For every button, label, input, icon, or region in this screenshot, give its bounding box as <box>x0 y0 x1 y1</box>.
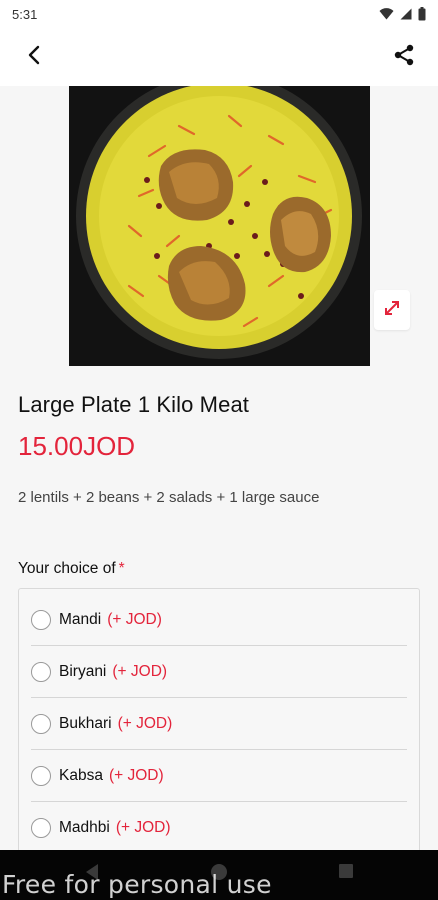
wifi-icon <box>379 8 394 20</box>
option-madhbi[interactable]: Madhbi (+ JOD) <box>31 802 407 850</box>
product-description: 2 lentils + 2 beans + 2 salads + 1 large… <box>18 489 320 506</box>
option-name: Madhbi <box>59 819 110 836</box>
app-bar <box>0 28 438 86</box>
product-detail: Large Plate 1 Kilo Meat 15.00JOD 2 lenti… <box>0 86 438 850</box>
option-name: Mandi <box>59 610 102 628</box>
option-extra-price: (+ JOD) <box>115 819 171 836</box>
option-mandi[interactable]: Mandi (+ JOD) <box>31 594 407 646</box>
watermark-text: Free for personal use <box>2 870 272 899</box>
radio-button[interactable] <box>31 713 51 734</box>
product-image[interactable] <box>69 86 370 366</box>
status-icons <box>379 7 426 21</box>
radio-button[interactable] <box>31 661 51 682</box>
expand-icon <box>382 298 402 323</box>
option-biryani[interactable]: Biryani (+ JOD) <box>31 646 407 698</box>
option-name: Bukhari <box>59 714 112 732</box>
option-name: Kabsa <box>59 766 103 784</box>
radio-button[interactable] <box>31 609 51 630</box>
share-icon <box>393 44 415 71</box>
choice-section-label: Your choice of * <box>18 560 125 578</box>
arrow-back-icon <box>28 45 40 70</box>
required-mark: * <box>118 560 125 577</box>
options-list: Mandi (+ JOD) Biryani (+ JOD) Bukhari (+… <box>18 588 420 850</box>
radio-button[interactable] <box>31 765 51 786</box>
status-time: 5:31 <box>12 6 38 22</box>
food-plate-image <box>69 86 370 366</box>
product-price: 15.00JOD <box>18 431 136 461</box>
option-extra-price: (+ JOD) <box>117 714 173 732</box>
option-kabsa[interactable]: Kabsa (+ JOD) <box>31 750 407 802</box>
nav-recents-icon[interactable] <box>338 863 354 884</box>
choice-label-text: Your choice of <box>18 560 116 577</box>
product-title: Large Plate 1 Kilo Meat <box>18 392 249 417</box>
option-name: Biryani <box>59 662 107 680</box>
expand-image-button[interactable] <box>374 290 410 330</box>
signal-icon <box>400 8 412 20</box>
battery-icon <box>418 7 426 21</box>
option-bukhari[interactable]: Bukhari (+ JOD) <box>31 698 407 750</box>
radio-button[interactable] <box>31 818 51 838</box>
status-bar: 5:31 <box>0 0 438 28</box>
option-extra-price: (+ JOD) <box>107 610 162 628</box>
option-extra-price: (+ JOD) <box>112 662 168 680</box>
option-extra-price: (+ JOD) <box>108 766 164 784</box>
share-button[interactable] <box>388 41 420 73</box>
back-button[interactable] <box>18 41 50 73</box>
